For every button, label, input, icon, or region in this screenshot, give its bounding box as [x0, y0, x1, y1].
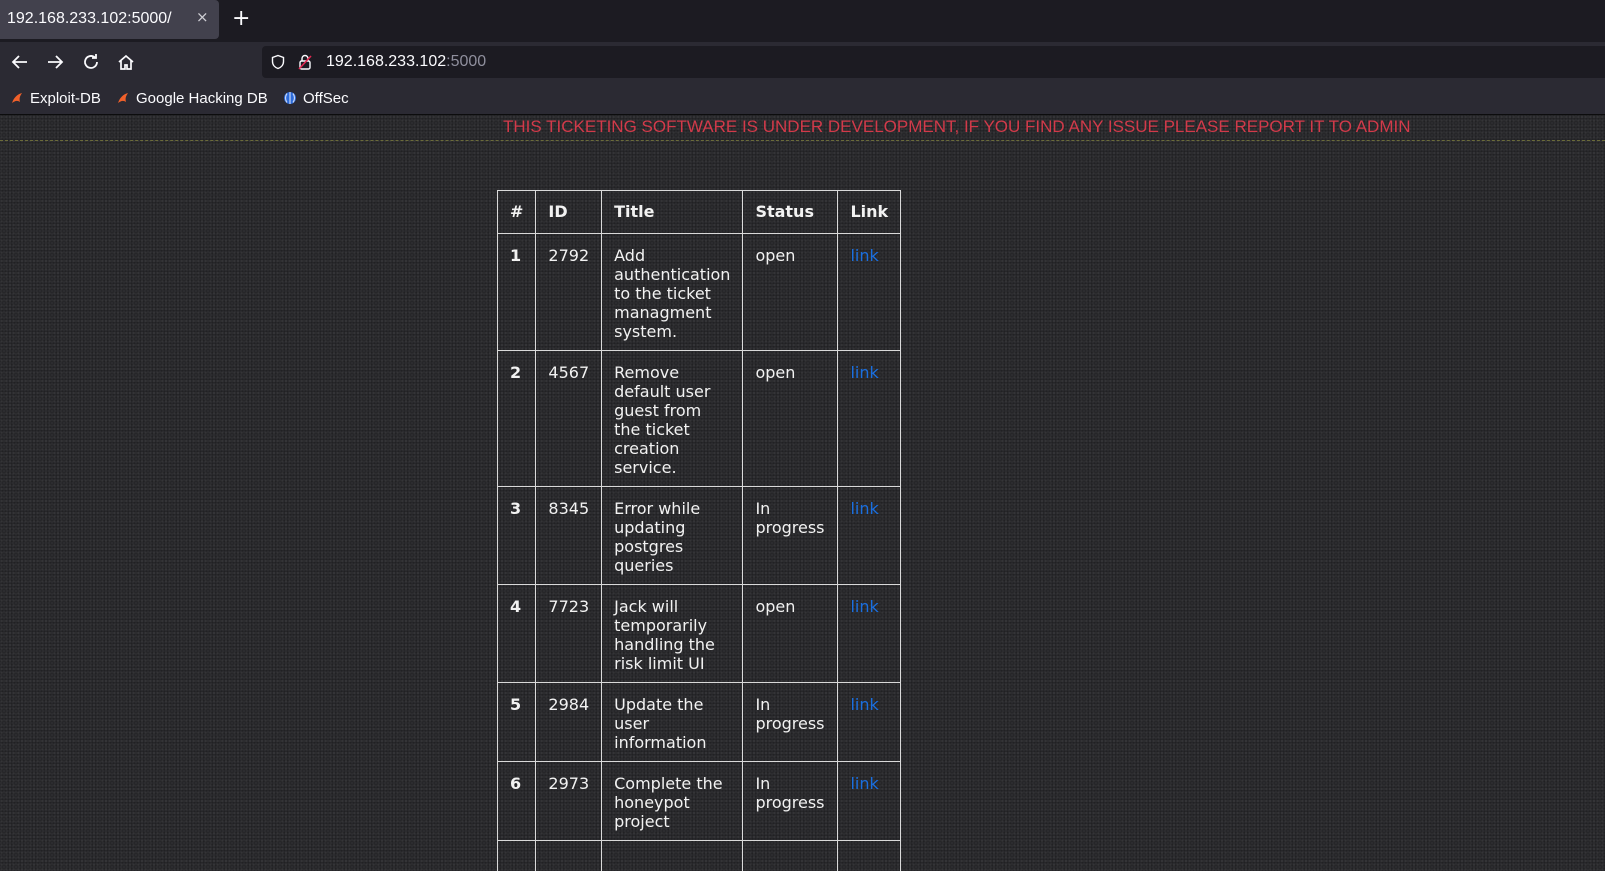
ticket-title: Add authentication to the ticket managme… — [601, 233, 744, 351]
bookmark-offsec[interactable]: OffSec — [283, 88, 349, 108]
active-tab[interactable]: 192.168.233.102:5000/ × — [0, 0, 219, 39]
row-number: 6 — [496, 761, 537, 841]
ticket-title: Error while updating postgres queries — [601, 486, 744, 585]
ticket-link-cell: link — [837, 350, 902, 487]
row-number: 2 — [496, 350, 537, 487]
forward-icon[interactable] — [44, 51, 66, 73]
header-id: ID — [535, 190, 603, 234]
url-text[interactable]: 192.168.233.102:5000 — [326, 53, 486, 71]
tab-bar: 192.168.233.102:5000/ × + — [0, 0, 1605, 42]
ticket-id: 8345 — [535, 486, 603, 585]
ticket-title: Jack will temporarily handling the risk … — [601, 584, 744, 683]
offsec-icon — [284, 92, 296, 104]
table-row: 5 2984 Update the user information In pr… — [496, 682, 902, 762]
table-row: 3 8345 Error while updating postgres que… — [496, 486, 902, 585]
ticket-link[interactable]: link — [850, 695, 878, 714]
ticket-status: In progress — [742, 682, 839, 762]
table-row: 6 2973 Complete the honeypot project In … — [496, 761, 902, 841]
banner-text: THIS TICKETING SOFTWARE IS UNDER DEVELOP… — [503, 117, 1411, 136]
close-tab-icon[interactable]: × — [196, 8, 209, 26]
ticket-link-cell: link — [837, 761, 902, 841]
url-bar[interactable]: 192.168.233.102:5000 — [262, 46, 1605, 78]
ticket-status: open — [742, 233, 839, 351]
ticket-status — [742, 840, 839, 871]
row-number: 1 — [496, 233, 537, 351]
ticket-title: Complete the honeypot project — [601, 761, 744, 841]
ticket-link[interactable]: link — [850, 363, 878, 382]
ticket-title: Update the user information — [601, 682, 744, 762]
ticket-link[interactable]: link — [850, 246, 878, 265]
ticket-link-cell: link — [837, 233, 902, 351]
row-number — [496, 840, 537, 871]
header-status: Status — [742, 190, 839, 234]
row-number: 3 — [496, 486, 537, 585]
row-number: 5 — [496, 682, 537, 762]
ticket-status: In progress — [742, 761, 839, 841]
reload-icon[interactable] — [80, 51, 102, 73]
tab-title: 192.168.233.102:5000/ — [7, 10, 172, 27]
table-row: 4 7723 Jack will temporarily handling th… — [496, 584, 902, 683]
row-number: 4 — [496, 584, 537, 683]
header-title: Title — [601, 190, 744, 234]
ticket-title — [601, 840, 744, 871]
ticket-link-cell: link — [837, 682, 902, 762]
dev-banner: THIS TICKETING SOFTWARE IS UNDER DEVELOP… — [0, 115, 1605, 141]
ticket-id: 4567 — [535, 350, 603, 487]
header-link: Link — [837, 190, 902, 234]
tickets-table: # ID Title Status Link 1 2792 Add authen… — [496, 190, 902, 871]
ticket-id: 2984 — [535, 682, 603, 762]
ticket-link-cell — [837, 840, 902, 871]
table-row: 2 4567 Remove default user guest from th… — [496, 350, 902, 487]
bookmark-label: Exploit-DB — [30, 89, 101, 107]
ticket-id: 2973 — [535, 761, 603, 841]
tracking-shield-icon[interactable] — [270, 54, 286, 70]
page-content: THIS TICKETING SOFTWARE IS UNDER DEVELOP… — [0, 115, 1605, 871]
url-port: :5000 — [446, 53, 487, 70]
ticket-link[interactable]: link — [850, 597, 878, 616]
bookmark-google-hacking-db[interactable]: Google Hacking DB — [116, 88, 268, 108]
ticket-status: open — [742, 350, 839, 487]
ticket-link[interactable]: link — [850, 774, 878, 793]
ghdb-icon — [118, 93, 128, 103]
url-host: 192.168.233.102 — [326, 53, 447, 70]
ticket-id: 7723 — [535, 584, 603, 683]
table-header-row: # ID Title Status Link — [496, 190, 902, 234]
ticket-status: open — [742, 584, 839, 683]
bookmark-label: OffSec — [303, 89, 349, 107]
navigation-toolbar: 192.168.233.102:5000 — [0, 42, 1605, 82]
ticket-status: In progress — [742, 486, 839, 585]
table-row — [496, 840, 902, 871]
bookmark-label: Google Hacking DB — [136, 89, 268, 107]
ticket-title: Remove default user guest from the ticke… — [601, 350, 744, 487]
ticket-link-cell: link — [837, 584, 902, 683]
table-row: 1 2792 Add authentication to the ticket … — [496, 233, 902, 351]
ticket-link[interactable]: link — [850, 499, 878, 518]
exploit-db-icon — [12, 93, 22, 103]
bookmarks-toolbar: Exploit-DB Google Hacking DB OffSec — [0, 82, 1605, 115]
back-icon[interactable] — [9, 51, 31, 73]
bookmark-exploit-db[interactable]: Exploit-DB — [10, 88, 101, 108]
new-tab-button[interactable]: + — [232, 6, 250, 32]
ticket-id: 2792 — [535, 233, 603, 351]
ticket-id — [535, 840, 603, 871]
home-icon[interactable] — [115, 51, 137, 73]
insecure-lock-icon[interactable] — [298, 54, 312, 70]
header-number: # — [496, 190, 537, 234]
ticket-link-cell: link — [837, 486, 902, 585]
